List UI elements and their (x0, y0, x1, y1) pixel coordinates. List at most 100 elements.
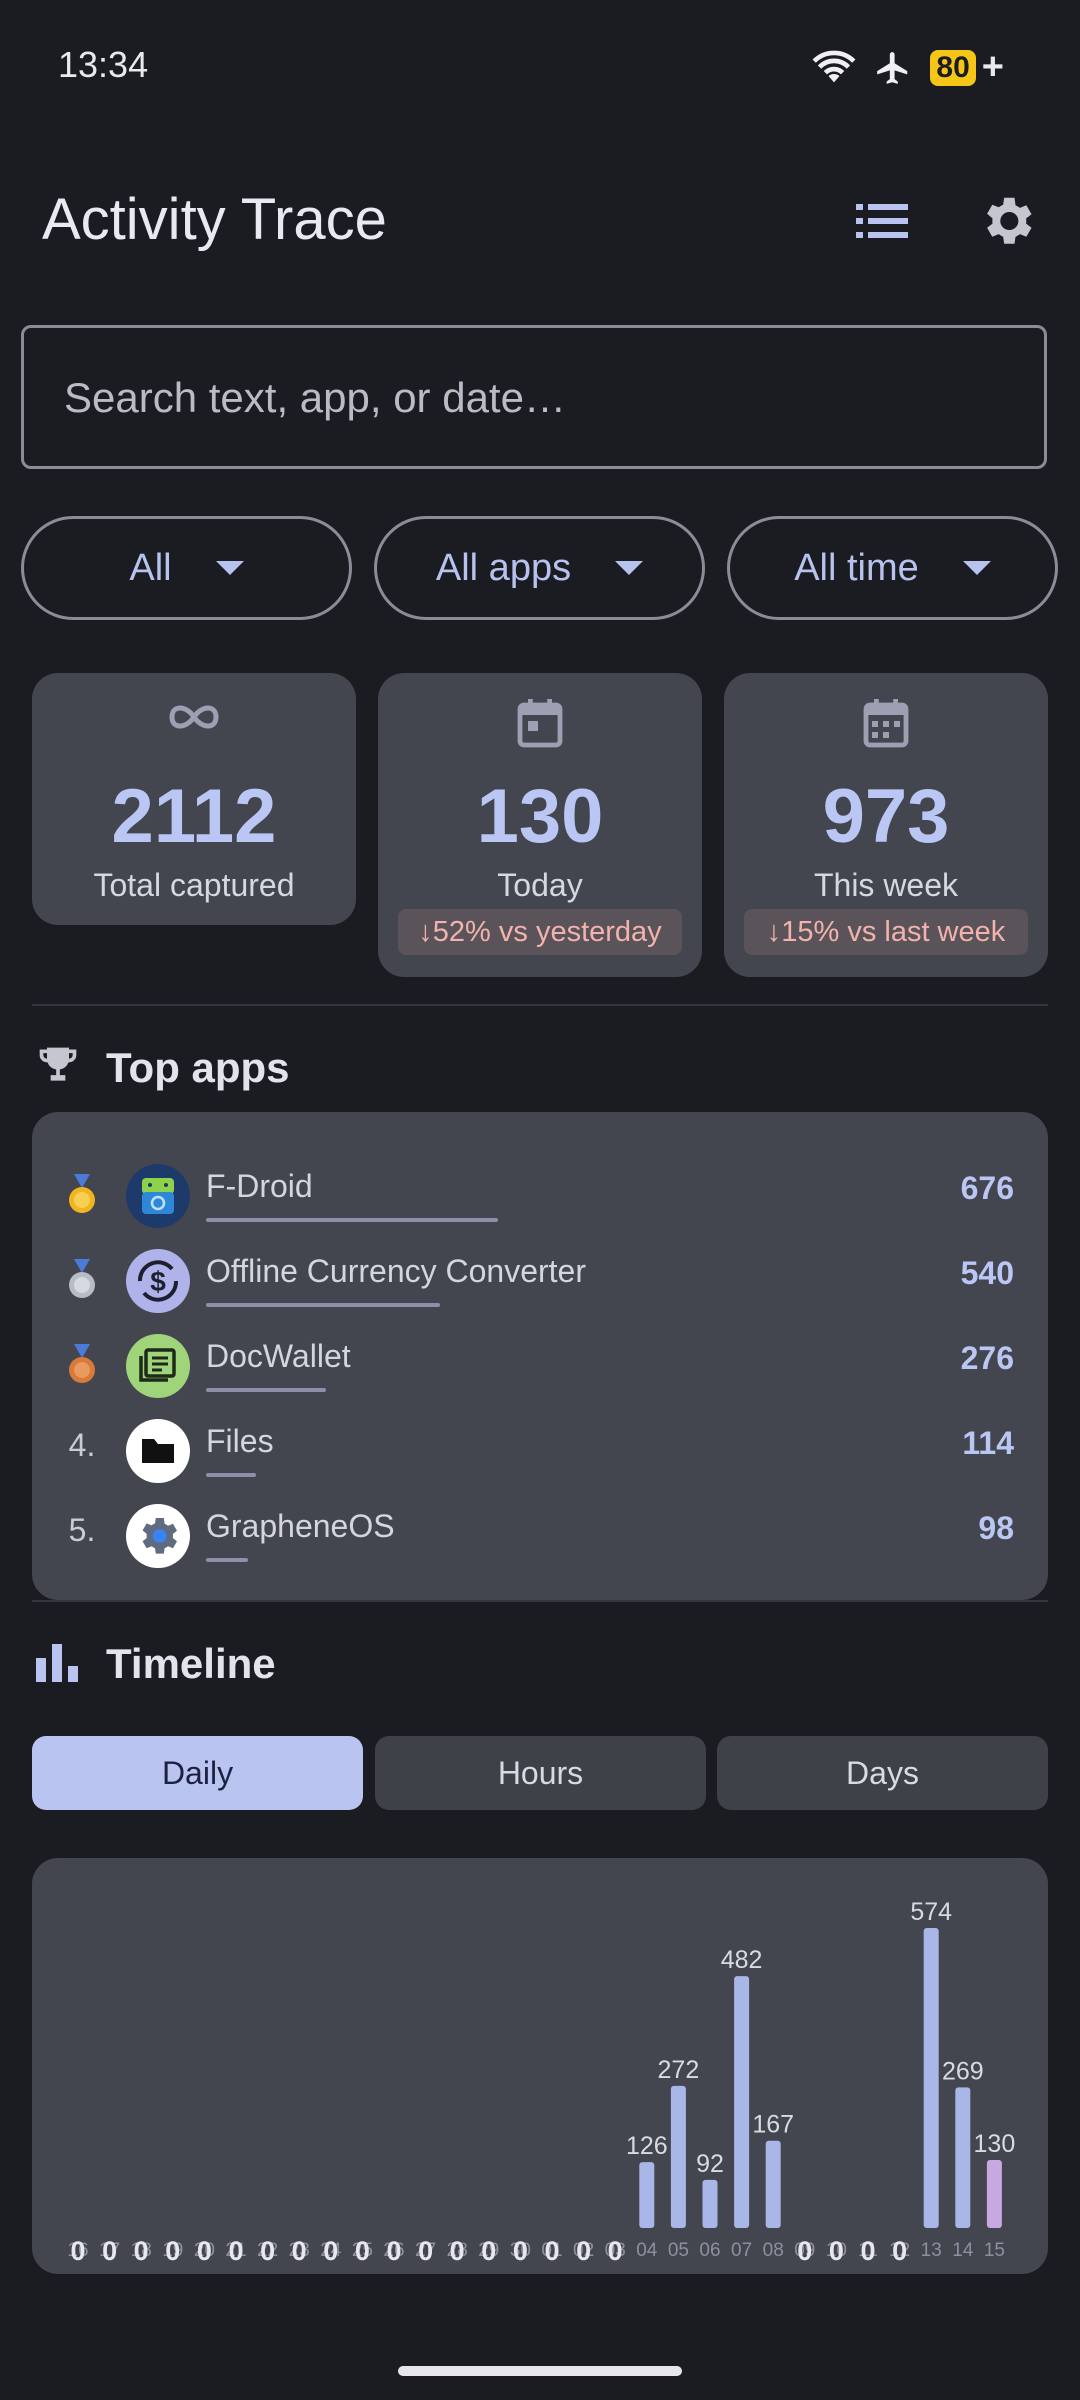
bar-value-label: 0 (165, 2236, 180, 2266)
today-card: 130 Today ↓52% vs yesterday (378, 673, 702, 977)
bar-value-label: 167 (752, 2111, 794, 2139)
chart-bar[interactable] (986, 2160, 1002, 2228)
time-filter-label: All time (794, 546, 919, 589)
status-time: 13:34 (58, 44, 149, 85)
bar-value-label: 0 (102, 2236, 117, 2266)
app-count: 98 (978, 1510, 1014, 1546)
this-week-label: This week (813, 867, 959, 903)
bar-value-label: 0 (829, 2236, 844, 2266)
chevron-down-icon (215, 561, 244, 575)
fdroid-icon (126, 1164, 190, 1228)
app-count: 114 (962, 1425, 1014, 1461)
docwallet-icon (126, 1334, 190, 1398)
bar-chart-icon (36, 1644, 78, 1682)
type-filter-dropdown[interactable]: All (21, 516, 352, 620)
x-tick-label: 05 (668, 2240, 689, 2261)
medal-gold-icon (69, 1174, 95, 1213)
app-count: 276 (960, 1340, 1014, 1376)
bar-value-label: 0 (481, 2236, 496, 2266)
app-name: GrapheneOS (206, 1508, 395, 1544)
top-apps-card: F-Droid 676 $ Offline Currency Converter… (32, 1112, 1048, 1600)
time-filter-dropdown[interactable]: All time (727, 516, 1058, 620)
search-box[interactable] (21, 325, 1047, 469)
timeline-title: Timeline (106, 1640, 276, 1687)
x-tick-label: 08 (763, 2240, 784, 2261)
app-filter-dropdown[interactable]: All apps (374, 516, 705, 620)
x-tick-label: 06 (699, 2240, 720, 2261)
calendar-week-icon (863, 699, 909, 748)
bar-value-label: 126 (626, 2132, 668, 2160)
bar-value-label: 0 (260, 2236, 275, 2266)
bar-value-label: 0 (70, 2236, 85, 2266)
top-app-row[interactable]: DocWallet 276 (32, 1332, 1048, 1402)
bar-value-label: 0 (608, 2236, 623, 2266)
list-view-button[interactable] (852, 196, 912, 246)
currency-converter-icon: $ (126, 1249, 190, 1313)
chart-bar[interactable] (734, 1976, 750, 2228)
top-app-row[interactable]: 4. Files 114 (32, 1417, 1048, 1487)
medal-silver-icon (69, 1259, 95, 1298)
bar-value-label: 482 (721, 1946, 763, 1974)
medal-bronze-icon (69, 1344, 95, 1383)
this-week-card: 973 This week ↓15% vs last week (724, 673, 1048, 977)
top-app-row[interactable]: F-Droid 676 (32, 1162, 1048, 1232)
list-icon (856, 204, 908, 238)
divider (32, 1600, 1048, 1602)
timeline-chart-card: 16 0 17 0 18 0 19 0 20 0 21 0 22 0 23 0 24 0 25 0 26 0 27 0 28 0 2… (32, 1858, 1048, 2274)
top-app-row[interactable]: $ Offline Currency Converter 540 (32, 1247, 1048, 1317)
x-tick-label: 14 (952, 2240, 974, 2261)
chart-bar[interactable] (923, 1928, 939, 2228)
settings-button[interactable] (976, 190, 1038, 252)
app-share-bar (206, 1303, 440, 1307)
x-tick-label: 07 (731, 2240, 752, 2261)
grapheneos-gear-icon (126, 1504, 190, 1568)
bar-value-label: 0 (134, 2236, 149, 2266)
x-tick-label: 13 (921, 2240, 942, 2261)
bar-value-label: 0 (544, 2236, 559, 2266)
chevron-down-icon (615, 561, 644, 575)
status-icons: 80 + (812, 46, 1004, 89)
rank-number: 4. (68, 1427, 96, 1463)
type-filter-label: All (129, 546, 172, 589)
chart-bar[interactable] (639, 2162, 655, 2228)
infinity-icon (169, 705, 219, 729)
bar-value-label: 0 (513, 2236, 528, 2266)
bar-value-label: 0 (355, 2236, 370, 2266)
bar-value-label: 269 (942, 2057, 984, 2085)
bar-value-label: 0 (860, 2236, 875, 2266)
bar-value-label: 0 (892, 2236, 907, 2266)
app-share-bar (206, 1218, 498, 1222)
bar-value-label: 0 (576, 2236, 591, 2266)
search-input[interactable] (62, 328, 966, 468)
page-title: Activity Trace (42, 187, 387, 252)
folder-icon (126, 1419, 190, 1483)
bar-value-label: 92 (696, 2150, 724, 2178)
wifi-icon (812, 50, 856, 82)
x-tick-label: 04 (636, 2240, 658, 2261)
chart-bar[interactable] (765, 2140, 781, 2228)
bar-value-label: 0 (292, 2236, 307, 2266)
today-delta-badge: ↓52% vs yesterday (398, 909, 682, 955)
tab-daily[interactable]: Daily (32, 1736, 363, 1810)
top-app-row[interactable]: 5. GrapheneOS 98 (32, 1502, 1048, 1572)
chart-bar[interactable] (670, 2085, 686, 2228)
this-week-delta-badge: ↓15% vs last week (744, 909, 1028, 955)
tab-days[interactable]: Days (717, 1736, 1048, 1810)
trophy-icon (39, 1047, 77, 1081)
gear-icon (987, 197, 1032, 244)
tab-hours[interactable]: Hours (375, 1736, 706, 1810)
x-tick-label: 15 (984, 2240, 1005, 2261)
rank-number: 5. (68, 1512, 96, 1548)
total-captured-card: 2112 Total captured (32, 673, 356, 925)
bar-value-label: 574 (910, 1898, 952, 1926)
bar-value-label: 0 (386, 2236, 401, 2266)
home-gesture-bar[interactable] (398, 2366, 682, 2376)
chart-bar[interactable] (702, 2179, 718, 2228)
today-value: 130 (476, 774, 604, 859)
this-week-value: 973 (822, 774, 950, 859)
app-share-bar (206, 1473, 256, 1477)
divider (32, 1004, 1048, 1006)
app-name: F-Droid (206, 1168, 313, 1204)
chart-bar[interactable] (955, 2087, 971, 2228)
app-count: 540 (960, 1255, 1014, 1291)
